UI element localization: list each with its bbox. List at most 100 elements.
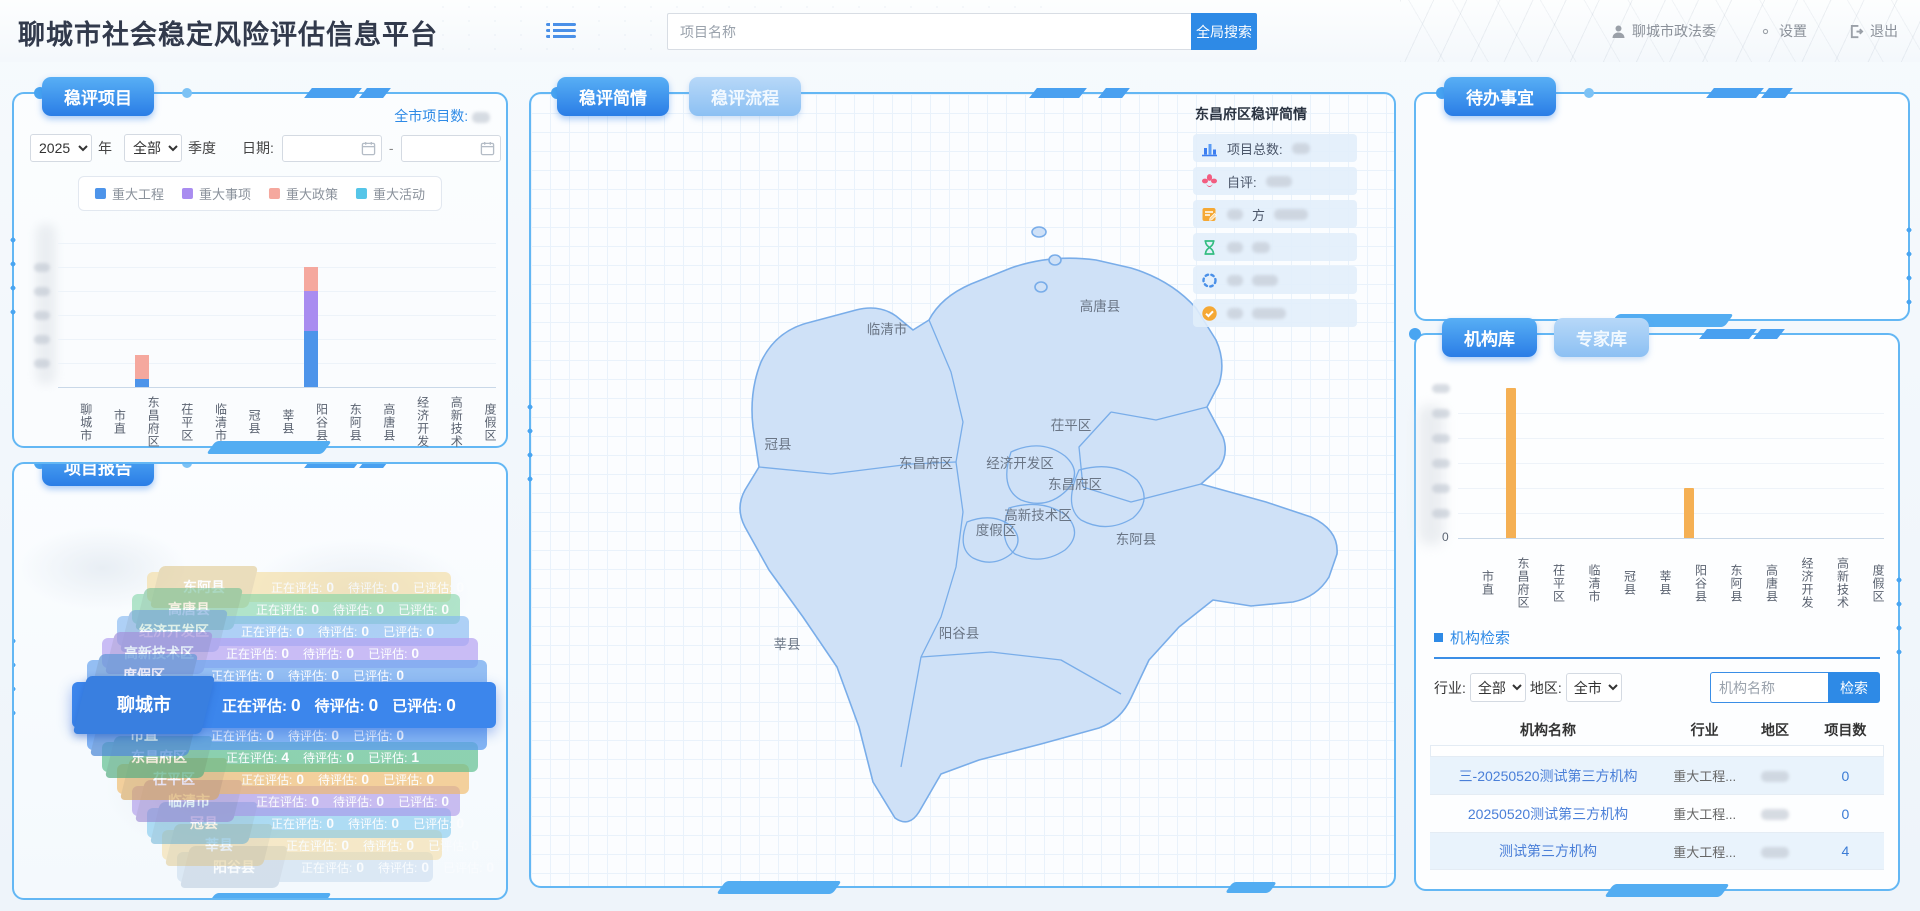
bar-segment bbox=[135, 355, 149, 379]
global-search-button[interactable]: 全局搜索 bbox=[1191, 13, 1257, 50]
map-region-label[interactable]: 临清市 bbox=[867, 321, 908, 337]
bar-column[interactable] bbox=[260, 222, 294, 387]
industry-select[interactable]: 全部 bbox=[1470, 673, 1526, 702]
x-axis-label: 东昌府区 bbox=[125, 394, 159, 450]
bar-column[interactable] bbox=[1671, 488, 1707, 538]
tab-assessment-process[interactable]: 稳评流程 bbox=[689, 77, 801, 116]
panel-todo: 待办事宜 bbox=[1414, 92, 1910, 321]
region-report-row[interactable]: 聊城市正在评估:0待评估:0已评估:0 bbox=[72, 682, 496, 728]
bar-column[interactable] bbox=[429, 222, 463, 387]
x-axis-label: 阳谷县 bbox=[1671, 547, 1707, 619]
brief-stat-row bbox=[1193, 299, 1357, 327]
calendar-icon bbox=[361, 141, 376, 156]
map-region-label[interactable]: 高新技术区 bbox=[1004, 507, 1072, 523]
org-name-link[interactable]: 测试第三方机构 bbox=[1430, 841, 1666, 861]
legend-item[interactable]: 重大工程 bbox=[95, 184, 164, 203]
org-name-link[interactable]: 三-20250520测试第三方机构 bbox=[1430, 766, 1666, 786]
panel-map: 稳评简情 稳评流程 临清 bbox=[529, 92, 1396, 888]
date-end-input[interactable] bbox=[401, 135, 501, 162]
bar-column[interactable] bbox=[226, 222, 260, 387]
year-select[interactable]: 2025 bbox=[30, 134, 92, 162]
brief-stat-row bbox=[1193, 266, 1357, 294]
map-region-label[interactable]: 东昌府区 bbox=[1048, 477, 1102, 492]
bar-column[interactable] bbox=[462, 222, 496, 387]
map-region-label[interactable]: 高唐县 bbox=[1080, 298, 1121, 314]
bar-column[interactable] bbox=[159, 222, 193, 387]
logout-button[interactable]: 退出 bbox=[1849, 21, 1898, 41]
org-name-link[interactable]: 20250520测试第三方机构 bbox=[1430, 804, 1666, 824]
map-region-label[interactable]: 冠县 bbox=[765, 437, 792, 452]
region-label: 地区: bbox=[1530, 678, 1562, 698]
flower-icon bbox=[1201, 173, 1218, 190]
brief-stat-row: 自评: bbox=[1193, 167, 1357, 195]
settings-button[interactable]: 设置 bbox=[1758, 21, 1807, 41]
org-table-row[interactable]: 三-20250520测试第三方机构重大工程...0 bbox=[1430, 756, 1884, 794]
org-industry: 重大工程... bbox=[1666, 804, 1743, 823]
brief-stat-row bbox=[1193, 233, 1357, 261]
x-axis-label: 茌平区 bbox=[1529, 547, 1565, 619]
org-search-header: 机构检索 bbox=[1434, 627, 1880, 648]
map-region-label[interactable]: 阳谷县 bbox=[939, 626, 980, 641]
org-table-row[interactable]: 20250520测试第三方机构重大工程... 0 bbox=[1430, 794, 1884, 832]
bar-column[interactable] bbox=[361, 222, 395, 387]
x-axis-label: 聊城市 bbox=[58, 394, 92, 450]
map-region-label[interactable]: 莘县 bbox=[774, 637, 801, 652]
x-axis-label: 茌平区 bbox=[159, 394, 193, 450]
tab-org-library[interactable]: 机构库 bbox=[1442, 318, 1537, 357]
logout-label: 退出 bbox=[1870, 21, 1898, 41]
user-menu[interactable]: 聊城市政法委 bbox=[1611, 21, 1716, 41]
search-input[interactable] bbox=[667, 13, 1191, 50]
logout-icon bbox=[1849, 24, 1864, 39]
censored-value bbox=[472, 112, 490, 123]
org-search-button[interactable]: 检索 bbox=[1828, 672, 1880, 703]
bar-column[interactable] bbox=[125, 222, 159, 387]
district-brief-card: 东昌府区稳评简情 项目总数:自评:方 bbox=[1193, 100, 1357, 332]
bar-column[interactable] bbox=[193, 222, 227, 387]
censored-value bbox=[1274, 209, 1308, 220]
bar-column[interactable] bbox=[395, 222, 429, 387]
x-axis-label: 莘县 bbox=[1636, 547, 1672, 619]
legend-item[interactable]: 重大政策 bbox=[269, 184, 338, 203]
bar-segment bbox=[304, 291, 318, 331]
legend-swatch bbox=[182, 188, 193, 199]
region-select[interactable]: 全市 bbox=[1566, 673, 1622, 702]
column-header: 行业 bbox=[1666, 720, 1743, 740]
org-project-count[interactable]: 0 bbox=[1807, 768, 1884, 784]
bar-column[interactable] bbox=[328, 222, 362, 387]
map-region-label[interactable]: 东昌府区 bbox=[899, 456, 953, 471]
chart-legend: 重大工程重大事项重大政策重大活动 bbox=[78, 176, 442, 211]
x-axis-label: 经济开发 bbox=[395, 394, 429, 450]
x-axis-label: 经济开发 bbox=[1778, 547, 1814, 619]
x-axis-label: 临清市 bbox=[193, 394, 227, 450]
column-header: 地区 bbox=[1743, 720, 1807, 740]
map-region-label[interactable]: 度假区 bbox=[976, 523, 1017, 538]
org-table: 机构名称行业地区项目数 三-20250520测试第三方机构重大工程...0202… bbox=[1430, 715, 1884, 870]
bar-column[interactable] bbox=[58, 222, 92, 387]
date-start-input[interactable] bbox=[282, 135, 382, 162]
brief-stat-row: 方 bbox=[1193, 200, 1357, 228]
tab-expert-library[interactable]: 专家库 bbox=[1554, 318, 1649, 357]
bar-segment bbox=[304, 331, 318, 387]
divider bbox=[1434, 657, 1880, 659]
bar-column[interactable] bbox=[294, 222, 328, 387]
hamburger-menu-icon[interactable] bbox=[546, 20, 576, 44]
quarter-select[interactable]: 全部 bbox=[124, 134, 182, 162]
tab-assessment-brief[interactable]: 稳评简情 bbox=[557, 77, 669, 116]
date-label: 日期: bbox=[242, 138, 274, 158]
column-header: 机构名称 bbox=[1430, 720, 1666, 740]
map-region-label[interactable]: 东阿县 bbox=[1116, 532, 1157, 547]
panel-stability-projects: 稳评项目 全市项目数: 2025 年 全部 季度 日期: - bbox=[12, 92, 508, 448]
map-region-label[interactable]: 茌平区 bbox=[1051, 418, 1092, 433]
map-region-label[interactable]: 经济开发区 bbox=[986, 456, 1054, 471]
legend-item[interactable]: 重大活动 bbox=[356, 184, 425, 203]
org-name-input[interactable] bbox=[1710, 672, 1828, 703]
bar-column[interactable] bbox=[92, 222, 126, 387]
org-project-count[interactable]: 0 bbox=[1807, 806, 1884, 822]
bar-column[interactable] bbox=[1494, 388, 1530, 538]
x-axis-label: 高唐县 bbox=[1742, 547, 1778, 619]
x-axis-label: 东昌府区 bbox=[1494, 547, 1530, 619]
legend-item[interactable]: 重大事项 bbox=[182, 184, 251, 203]
org-table-row[interactable]: 测试第三方机构重大工程...4 bbox=[1430, 832, 1884, 870]
district-brief-title: 东昌府区稳评简情 bbox=[1195, 104, 1357, 124]
org-project-count[interactable]: 4 bbox=[1807, 843, 1884, 859]
